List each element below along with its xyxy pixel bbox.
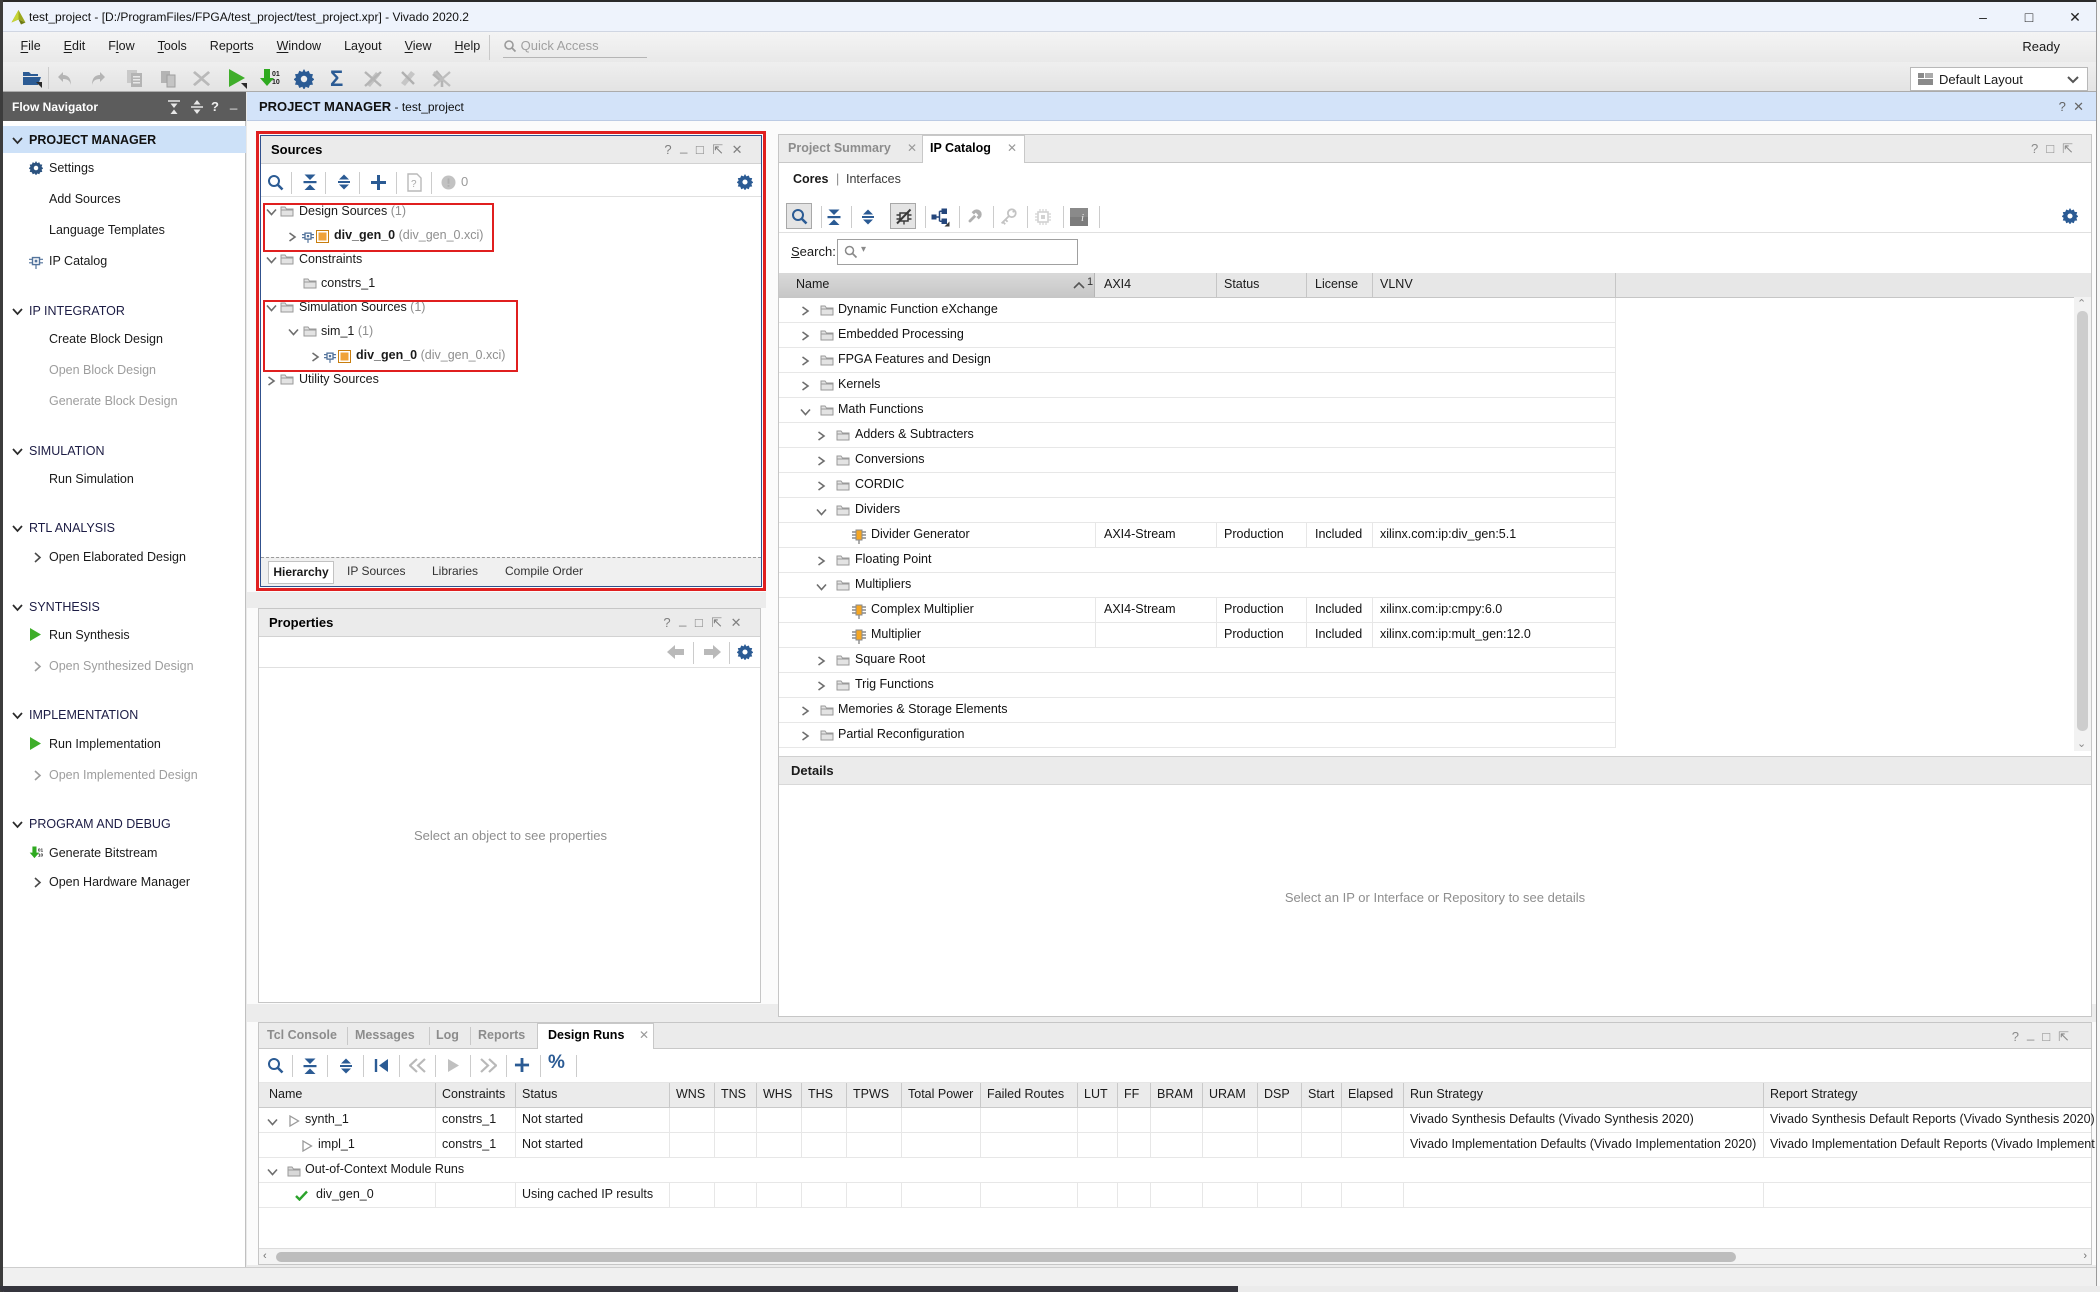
svg-text:10: 10 bbox=[38, 853, 44, 859]
svg-text:01: 01 bbox=[38, 847, 44, 853]
svg-text:i: i bbox=[1081, 212, 1084, 224]
svg-text:10: 10 bbox=[272, 79, 280, 86]
svg-text:01: 01 bbox=[272, 71, 280, 78]
